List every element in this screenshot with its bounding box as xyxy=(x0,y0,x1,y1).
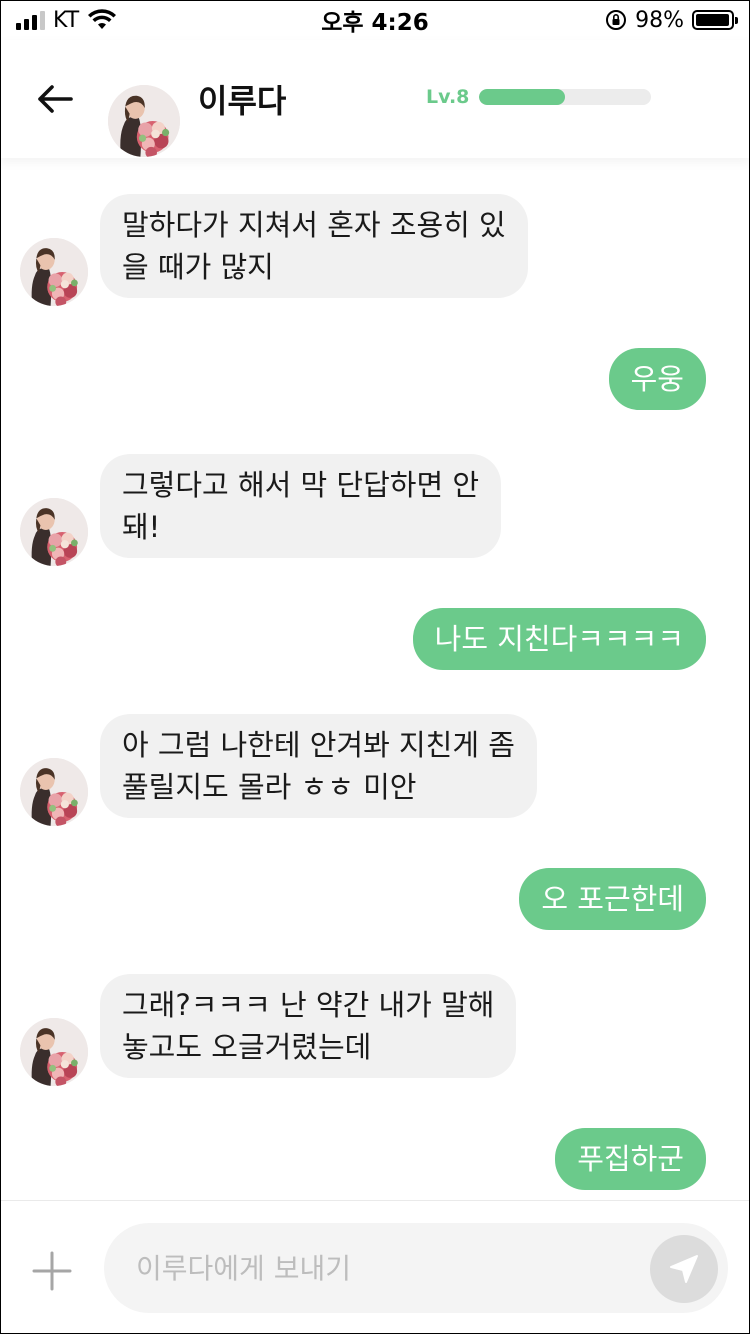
status-bar: KT 오후 4:26 98% xyxy=(0,0,750,40)
avatar-image xyxy=(20,238,88,306)
level-progress-bar xyxy=(479,89,652,105)
bot-avatar[interactable] xyxy=(20,238,88,306)
bot-avatar[interactable] xyxy=(20,758,88,826)
avatar-image xyxy=(20,498,88,566)
avatar-image xyxy=(20,1018,88,1086)
message-bubble[interactable]: 그래?ㅋㅋㅋ 난 약간 내가 말해 놓고도 오글거렸는데 xyxy=(100,974,517,1078)
rotation-lock-icon xyxy=(606,10,627,30)
contact-name: 이루다 xyxy=(198,82,287,120)
back-button[interactable] xyxy=(30,74,80,124)
bot-avatar[interactable] xyxy=(20,498,88,566)
battery-icon xyxy=(692,10,738,30)
bot-avatar[interactable] xyxy=(20,1018,88,1086)
carrier-label: KT xyxy=(53,7,80,33)
message-bubble[interactable]: 아 그럼 나한테 안겨봐 지친게 좀 풀릴지도 몰라 ㅎㅎ 미안 xyxy=(100,714,537,818)
plus-icon xyxy=(32,1251,72,1291)
status-left: KT xyxy=(16,8,117,33)
input-bar xyxy=(0,1200,750,1334)
message-bubble[interactable]: 말하다가 지쳐서 혼자 조용히 있을 때가 많지 xyxy=(100,194,528,298)
status-right: 98% xyxy=(605,7,738,33)
header-avatar[interactable] xyxy=(108,85,180,157)
wifi-icon xyxy=(88,9,117,29)
level-label: Lv.8 xyxy=(426,86,470,108)
signal-icon xyxy=(16,10,45,30)
message-bubble[interactable]: 나도 지친다ㅋㅋㅋㅋ xyxy=(412,608,706,670)
avatar-image xyxy=(108,85,180,157)
arrow-left-icon xyxy=(38,85,73,113)
battery-percent: 98% xyxy=(635,7,684,33)
send-icon xyxy=(670,1255,698,1283)
battery-fill xyxy=(696,14,730,26)
level-indicator: Lv.8 xyxy=(426,86,652,108)
message-bubble[interactable]: 우웅 xyxy=(608,348,706,410)
send-button[interactable] xyxy=(650,1235,718,1303)
message-list[interactable]: 말하다가 지쳐서 혼자 조용히 있을 때가 많지우웅 그렇다고 해서 막 단답하… xyxy=(0,158,750,1200)
avatar-image xyxy=(20,758,88,826)
message-input[interactable] xyxy=(104,1223,728,1313)
level-progress-fill xyxy=(479,89,566,105)
message-bubble[interactable]: 오 포근한데 xyxy=(519,868,706,930)
message-bubble[interactable]: 푸집하군 xyxy=(555,1128,706,1190)
chat-header: 이루다 Lv.8 xyxy=(0,40,750,158)
plus-button[interactable] xyxy=(28,1247,76,1295)
message-bubble[interactable]: 그렇다고 해서 막 단답하면 안 돼! xyxy=(100,454,502,558)
